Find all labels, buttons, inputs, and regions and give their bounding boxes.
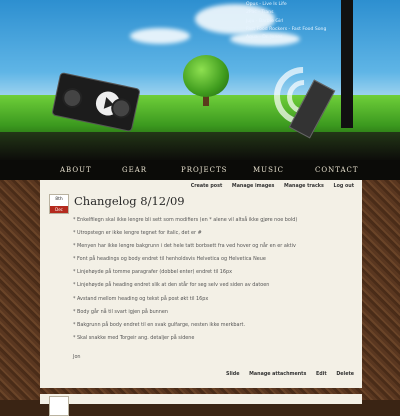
post-line: * Skal snakke med Torgeir ang. detaljer … <box>73 334 195 341</box>
delete-link[interactable]: Delete <box>336 372 354 377</box>
main-nav: About Gear Projects Music Contact <box>0 160 400 180</box>
post-title[interactable]: Changelog 8/12/09 <box>74 194 185 208</box>
date-day: 8th <box>55 197 63 202</box>
track-item[interactable]: Opus - Live Is Life <box>246 1 340 9</box>
post-actions: Slide Manage attachments Edit Delete <box>218 372 354 377</box>
date-badge <box>49 396 69 416</box>
date-badge: 8th Dec <box>49 194 69 214</box>
next-post <box>40 394 362 416</box>
post-body: * Enkelfilegn skal ikke lengre bli sett … <box>73 214 353 364</box>
slide-link[interactable]: Slide <box>226 372 239 377</box>
create-post-link[interactable]: Create post <box>191 184 222 189</box>
cloud-left <box>130 28 190 44</box>
admin-toolbar: Create post Manage images Manage tracks … <box>183 184 354 189</box>
post-line: * Linjehøyde på tomme paragrafer (dobbel… <box>73 269 233 276</box>
log-out-link[interactable]: Log out <box>334 184 354 189</box>
track-item[interactable]: Fast Food Rockers - Fast Food Song <box>246 26 340 34</box>
blog-post: Create post Manage images Manage tracks … <box>40 180 362 388</box>
post-line: * Bakgrunn på body endret til en svak gu… <box>73 321 246 328</box>
tree-icon <box>183 55 229 97</box>
nav-gear[interactable]: Gear <box>122 166 147 174</box>
post-line: * Avstand mellom heading og tekst på pos… <box>73 295 209 302</box>
manage-images-link[interactable]: Manage images <box>232 184 274 189</box>
edit-link[interactable]: Edit <box>316 372 327 377</box>
post-signature: Jon <box>73 353 81 360</box>
ground-shadow <box>0 132 400 160</box>
manage-attachments-link[interactable]: Manage attachments <box>249 372 306 377</box>
track-item[interactable]: 2Pac - Trans <box>246 9 340 17</box>
track-item[interactable]: Aqua - Dr. Jones <box>246 34 340 42</box>
nav-about[interactable]: About <box>60 166 92 174</box>
now-playing-list: Opus - Live Is Life 2Pac - Trans Juju - … <box>246 1 340 42</box>
post-line: * Linjehøyde på heading endret slik at d… <box>73 282 270 289</box>
date-month: Dec <box>50 206 68 213</box>
post-line: * Body går nå til svart igjen på bunnen <box>73 308 168 315</box>
nav-music[interactable]: Music <box>253 166 284 174</box>
manage-tracks-link[interactable]: Manage tracks <box>284 184 324 189</box>
speaker-icon <box>60 86 85 110</box>
microphone-stand-icon <box>341 0 353 128</box>
post-line: * Enkelfilegn skal ikke lengre bli sett … <box>73 217 298 223</box>
header-banner: Opus - Live Is Life 2Pac - Trans Juju - … <box>0 0 400 160</box>
nav-projects[interactable]: Projects <box>181 166 227 174</box>
post-line: * Font på headings og body endret til he… <box>73 256 266 263</box>
track-item[interactable]: Juju - Barbie Girl <box>246 18 340 26</box>
nav-contact[interactable]: Contact <box>315 166 359 174</box>
post-line: * Menyen har ikke lengre bakgrunn i det … <box>73 243 296 250</box>
post-line: * Utropstegn er ikke lengre tegnet for i… <box>73 230 202 237</box>
